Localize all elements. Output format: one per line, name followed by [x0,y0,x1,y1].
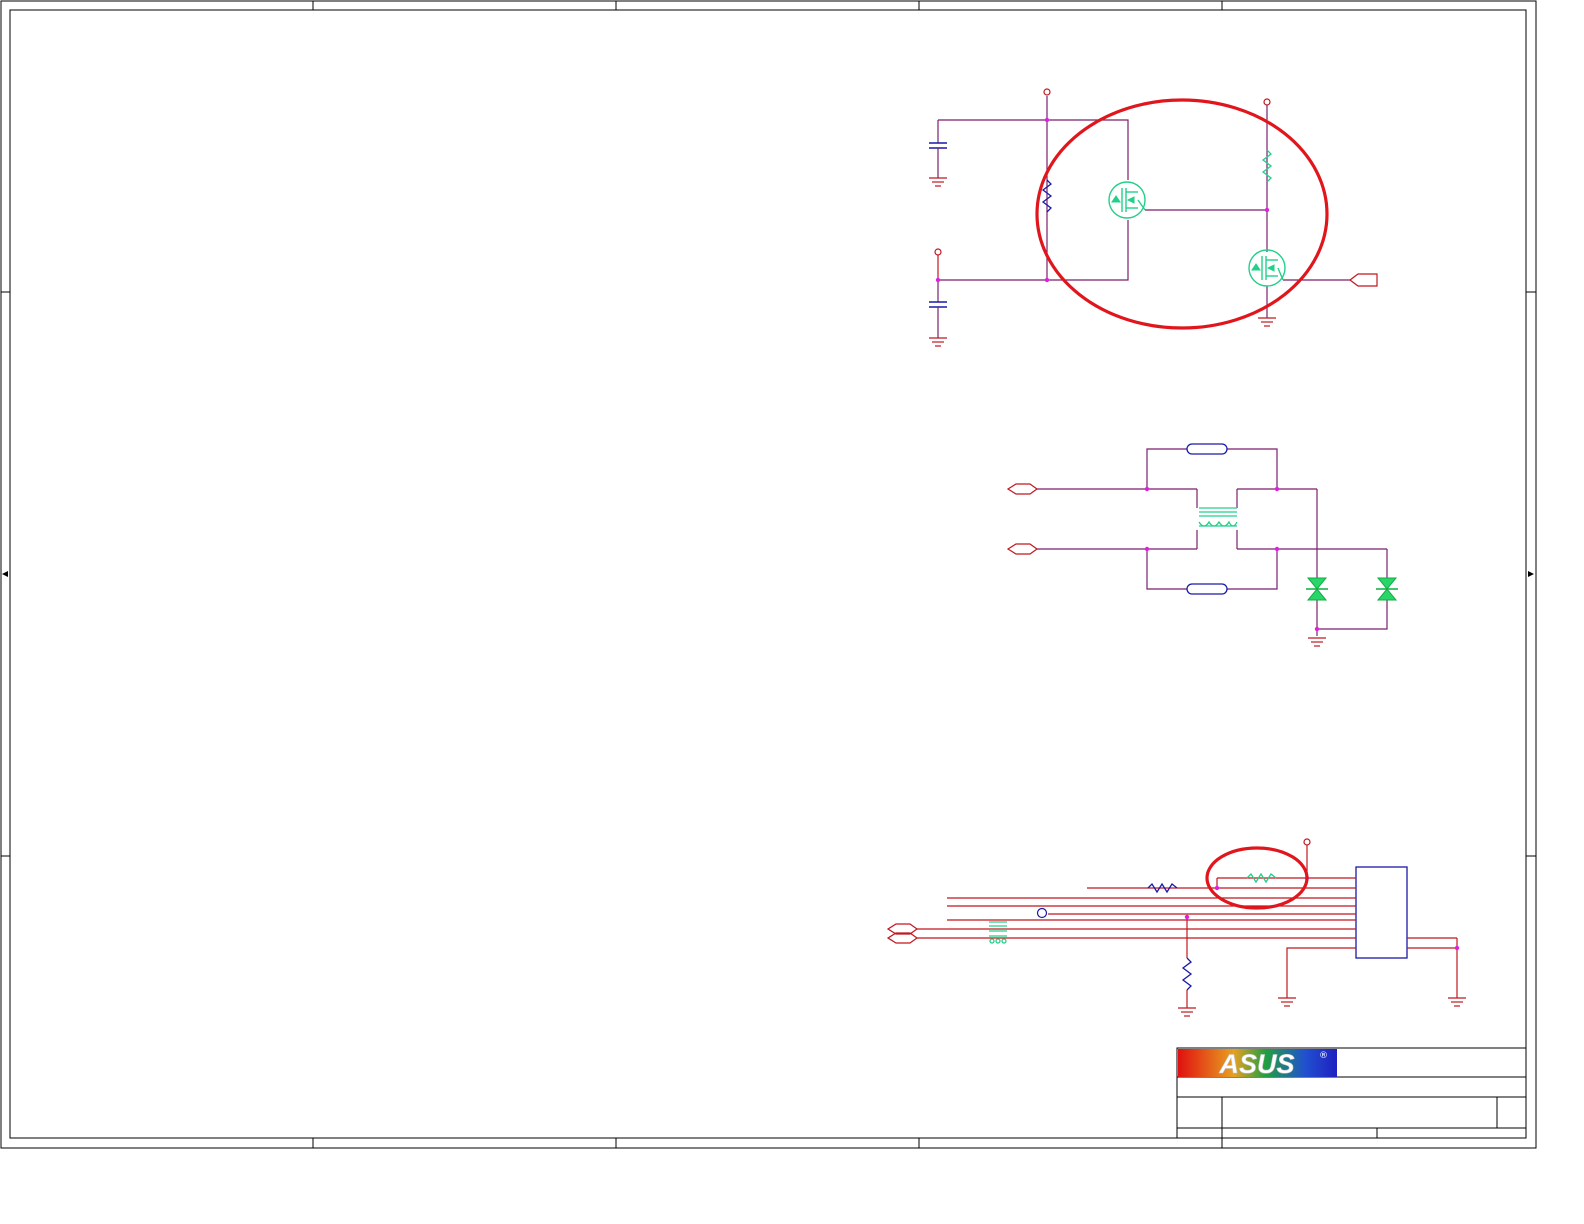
title-block: ASUS ® [1176,1047,1527,1139]
ic-chip-icon [1355,866,1408,959]
drawing-frame [0,0,1537,1149]
ground-icon [1178,1007,1196,1017]
capacitor-icon [929,120,947,178]
schematic-sheet: ASUS ® [0,0,1537,1149]
transformer-icon [1198,507,1238,527]
fuse-icon [1186,583,1228,595]
power-pin-icon [1043,88,1051,96]
power-pin-icon [1303,838,1311,846]
ground-icon [929,337,947,347]
isolation-circuit [1006,443,1398,647]
mosfet-icon [1108,181,1146,219]
ground-icon [1258,317,1276,327]
port-connector-icon [1349,273,1378,287]
transformer-icon [989,921,1007,944]
power-pin-icon [934,248,942,280]
fuse-icon [1186,443,1228,455]
resistor-icon [1181,957,1193,991]
registered-mark: ® [1319,1051,1328,1061]
ic-interface-circuit [886,838,1466,1017]
ground-icon [929,177,947,187]
ground-icon [1448,997,1466,1007]
mosfet-icon [1248,249,1286,287]
power-switch-circuit [929,88,1378,347]
test-point-icon [1036,907,1048,919]
port-connector-icon [1006,483,1039,495]
tvs-diode-icon [1306,577,1328,601]
ground-icon [1308,637,1326,647]
ground-icon [1278,997,1296,1007]
asus-logo: ASUS ® [1178,1049,1337,1079]
logo-text: ASUS [1218,1049,1294,1079]
port-connector-icon [1006,543,1039,555]
capacitor-icon [929,280,947,338]
power-pin-icon [1263,98,1271,106]
highlight-circle [1035,98,1329,330]
tvs-diode-icon [1376,577,1398,601]
